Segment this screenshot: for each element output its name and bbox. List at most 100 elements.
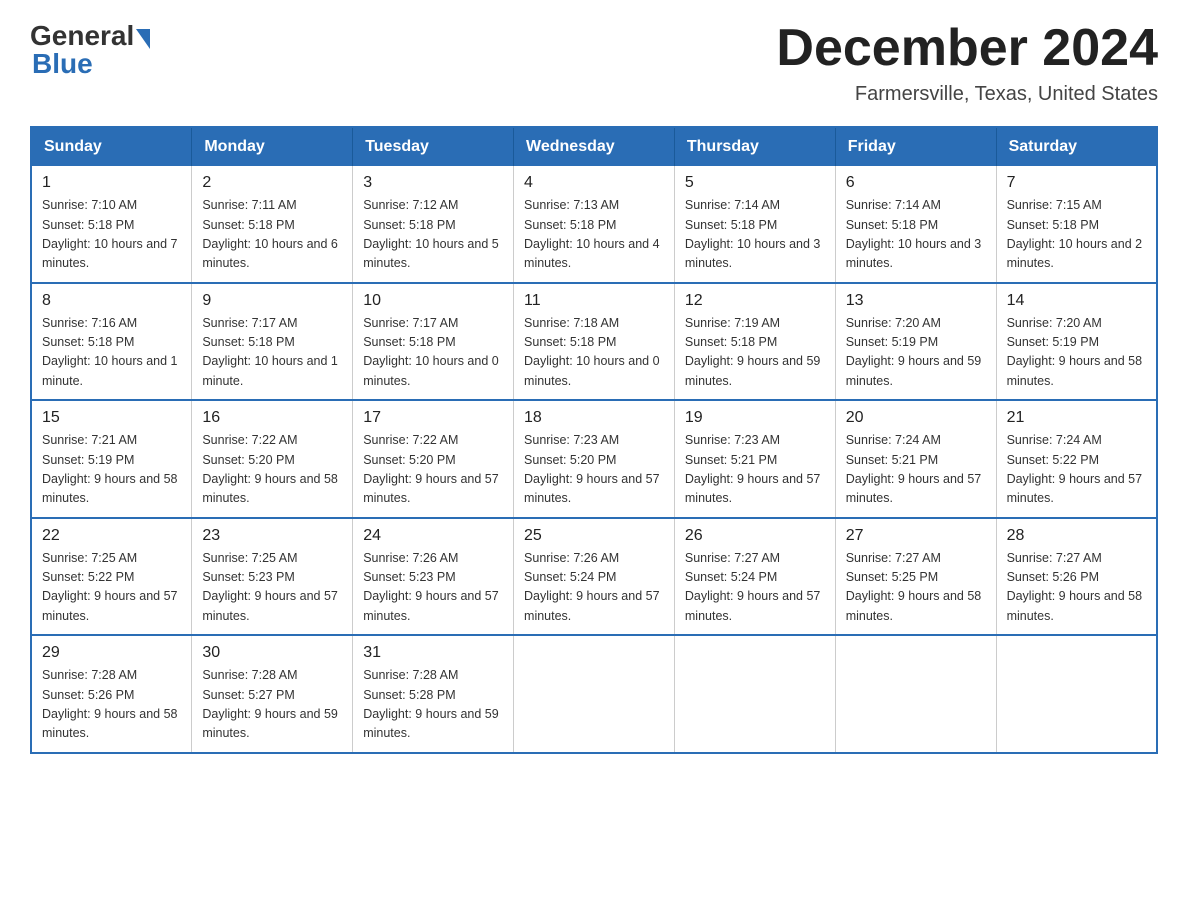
- day-info: Sunrise: 7:17 AMSunset: 5:18 PMDaylight:…: [202, 316, 338, 388]
- day-info: Sunrise: 7:17 AMSunset: 5:18 PMDaylight:…: [363, 316, 499, 388]
- day-info: Sunrise: 7:23 AMSunset: 5:20 PMDaylight:…: [524, 433, 660, 505]
- day-info: Sunrise: 7:20 AMSunset: 5:19 PMDaylight:…: [1007, 316, 1143, 388]
- day-number: 17: [363, 409, 503, 427]
- day-number: 6: [846, 174, 986, 192]
- calendar-day-cell: 13 Sunrise: 7:20 AMSunset: 5:19 PMDaylig…: [835, 283, 996, 401]
- calendar-day-header: Thursday: [674, 127, 835, 166]
- day-number: 2: [202, 174, 342, 192]
- calendar-day-cell: [996, 635, 1157, 753]
- main-title: December 2024: [776, 20, 1158, 77]
- day-info: Sunrise: 7:28 AMSunset: 5:28 PMDaylight:…: [363, 668, 499, 740]
- day-number: 31: [363, 644, 503, 662]
- calendar-day-cell: 30 Sunrise: 7:28 AMSunset: 5:27 PMDaylig…: [192, 635, 353, 753]
- day-info: Sunrise: 7:28 AMSunset: 5:27 PMDaylight:…: [202, 668, 338, 740]
- calendar-day-header: Saturday: [996, 127, 1157, 166]
- day-info: Sunrise: 7:25 AMSunset: 5:23 PMDaylight:…: [202, 551, 338, 623]
- day-info: Sunrise: 7:27 AMSunset: 5:26 PMDaylight:…: [1007, 551, 1143, 623]
- calendar-week-row: 15 Sunrise: 7:21 AMSunset: 5:19 PMDaylig…: [31, 400, 1157, 518]
- calendar-day-cell: 3 Sunrise: 7:12 AMSunset: 5:18 PMDayligh…: [353, 166, 514, 283]
- calendar-day-cell: [674, 635, 835, 753]
- calendar-day-cell: 6 Sunrise: 7:14 AMSunset: 5:18 PMDayligh…: [835, 166, 996, 283]
- calendar-day-cell: 12 Sunrise: 7:19 AMSunset: 5:18 PMDaylig…: [674, 283, 835, 401]
- calendar-day-cell: 7 Sunrise: 7:15 AMSunset: 5:18 PMDayligh…: [996, 166, 1157, 283]
- calendar-day-cell: [514, 635, 675, 753]
- calendar-day-cell: 21 Sunrise: 7:24 AMSunset: 5:22 PMDaylig…: [996, 400, 1157, 518]
- day-info: Sunrise: 7:28 AMSunset: 5:26 PMDaylight:…: [42, 668, 178, 740]
- day-number: 9: [202, 292, 342, 310]
- day-info: Sunrise: 7:16 AMSunset: 5:18 PMDaylight:…: [42, 316, 178, 388]
- logo-blue-text: Blue: [32, 48, 93, 80]
- day-number: 29: [42, 644, 181, 662]
- day-info: Sunrise: 7:15 AMSunset: 5:18 PMDaylight:…: [1007, 198, 1143, 270]
- calendar-day-header: Sunday: [31, 127, 192, 166]
- title-section: December 2024 Farmersville, Texas, Unite…: [776, 20, 1158, 106]
- calendar-day-header: Wednesday: [514, 127, 675, 166]
- calendar-day-cell: 17 Sunrise: 7:22 AMSunset: 5:20 PMDaylig…: [353, 400, 514, 518]
- day-info: Sunrise: 7:22 AMSunset: 5:20 PMDaylight:…: [363, 433, 499, 505]
- day-number: 3: [363, 174, 503, 192]
- day-info: Sunrise: 7:24 AMSunset: 5:22 PMDaylight:…: [1007, 433, 1143, 505]
- calendar-day-cell: 16 Sunrise: 7:22 AMSunset: 5:20 PMDaylig…: [192, 400, 353, 518]
- day-info: Sunrise: 7:21 AMSunset: 5:19 PMDaylight:…: [42, 433, 178, 505]
- calendar-week-row: 29 Sunrise: 7:28 AMSunset: 5:26 PMDaylig…: [31, 635, 1157, 753]
- day-number: 19: [685, 409, 825, 427]
- logo-arrow-icon: [136, 29, 150, 49]
- calendar-day-header: Tuesday: [353, 127, 514, 166]
- day-number: 28: [1007, 527, 1146, 545]
- day-info: Sunrise: 7:14 AMSunset: 5:18 PMDaylight:…: [846, 198, 982, 270]
- calendar-day-cell: 27 Sunrise: 7:27 AMSunset: 5:25 PMDaylig…: [835, 518, 996, 636]
- calendar-day-cell: 25 Sunrise: 7:26 AMSunset: 5:24 PMDaylig…: [514, 518, 675, 636]
- calendar-day-header: Friday: [835, 127, 996, 166]
- calendar-day-cell: 24 Sunrise: 7:26 AMSunset: 5:23 PMDaylig…: [353, 518, 514, 636]
- day-info: Sunrise: 7:26 AMSunset: 5:24 PMDaylight:…: [524, 551, 660, 623]
- day-number: 26: [685, 527, 825, 545]
- day-info: Sunrise: 7:25 AMSunset: 5:22 PMDaylight:…: [42, 551, 178, 623]
- calendar-week-row: 1 Sunrise: 7:10 AMSunset: 5:18 PMDayligh…: [31, 166, 1157, 283]
- day-number: 21: [1007, 409, 1146, 427]
- day-number: 18: [524, 409, 664, 427]
- day-number: 4: [524, 174, 664, 192]
- calendar-day-cell: 18 Sunrise: 7:23 AMSunset: 5:20 PMDaylig…: [514, 400, 675, 518]
- calendar-day-header: Monday: [192, 127, 353, 166]
- calendar-day-cell: 2 Sunrise: 7:11 AMSunset: 5:18 PMDayligh…: [192, 166, 353, 283]
- subtitle: Farmersville, Texas, United States: [776, 83, 1158, 106]
- day-info: Sunrise: 7:27 AMSunset: 5:25 PMDaylight:…: [846, 551, 982, 623]
- calendar-day-cell: 19 Sunrise: 7:23 AMSunset: 5:21 PMDaylig…: [674, 400, 835, 518]
- day-number: 23: [202, 527, 342, 545]
- day-info: Sunrise: 7:11 AMSunset: 5:18 PMDaylight:…: [202, 198, 338, 270]
- logo: General Blue: [30, 20, 150, 80]
- day-info: Sunrise: 7:20 AMSunset: 5:19 PMDaylight:…: [846, 316, 982, 388]
- day-number: 25: [524, 527, 664, 545]
- calendar-day-cell: 5 Sunrise: 7:14 AMSunset: 5:18 PMDayligh…: [674, 166, 835, 283]
- calendar-day-cell: 23 Sunrise: 7:25 AMSunset: 5:23 PMDaylig…: [192, 518, 353, 636]
- day-number: 1: [42, 174, 181, 192]
- calendar-day-cell: 14 Sunrise: 7:20 AMSunset: 5:19 PMDaylig…: [996, 283, 1157, 401]
- day-number: 22: [42, 527, 181, 545]
- day-number: 11: [524, 292, 664, 310]
- day-info: Sunrise: 7:18 AMSunset: 5:18 PMDaylight:…: [524, 316, 660, 388]
- day-number: 13: [846, 292, 986, 310]
- calendar-day-cell: 9 Sunrise: 7:17 AMSunset: 5:18 PMDayligh…: [192, 283, 353, 401]
- calendar-day-cell: 31 Sunrise: 7:28 AMSunset: 5:28 PMDaylig…: [353, 635, 514, 753]
- calendar-header-row: SundayMondayTuesdayWednesdayThursdayFrid…: [31, 127, 1157, 166]
- day-info: Sunrise: 7:14 AMSunset: 5:18 PMDaylight:…: [685, 198, 821, 270]
- day-number: 8: [42, 292, 181, 310]
- calendar-table: SundayMondayTuesdayWednesdayThursdayFrid…: [30, 126, 1158, 754]
- day-number: 5: [685, 174, 825, 192]
- day-number: 12: [685, 292, 825, 310]
- calendar-day-cell: 20 Sunrise: 7:24 AMSunset: 5:21 PMDaylig…: [835, 400, 996, 518]
- calendar-day-cell: 1 Sunrise: 7:10 AMSunset: 5:18 PMDayligh…: [31, 166, 192, 283]
- calendar-day-cell: 10 Sunrise: 7:17 AMSunset: 5:18 PMDaylig…: [353, 283, 514, 401]
- page-header: General Blue December 2024 Farmersville,…: [30, 20, 1158, 106]
- calendar-day-cell: 15 Sunrise: 7:21 AMSunset: 5:19 PMDaylig…: [31, 400, 192, 518]
- calendar-day-cell: 26 Sunrise: 7:27 AMSunset: 5:24 PMDaylig…: [674, 518, 835, 636]
- day-number: 27: [846, 527, 986, 545]
- day-info: Sunrise: 7:13 AMSunset: 5:18 PMDaylight:…: [524, 198, 660, 270]
- day-info: Sunrise: 7:27 AMSunset: 5:24 PMDaylight:…: [685, 551, 821, 623]
- calendar-day-cell: [835, 635, 996, 753]
- calendar-day-cell: 29 Sunrise: 7:28 AMSunset: 5:26 PMDaylig…: [31, 635, 192, 753]
- day-info: Sunrise: 7:24 AMSunset: 5:21 PMDaylight:…: [846, 433, 982, 505]
- day-info: Sunrise: 7:22 AMSunset: 5:20 PMDaylight:…: [202, 433, 338, 505]
- day-number: 10: [363, 292, 503, 310]
- calendar-day-cell: 4 Sunrise: 7:13 AMSunset: 5:18 PMDayligh…: [514, 166, 675, 283]
